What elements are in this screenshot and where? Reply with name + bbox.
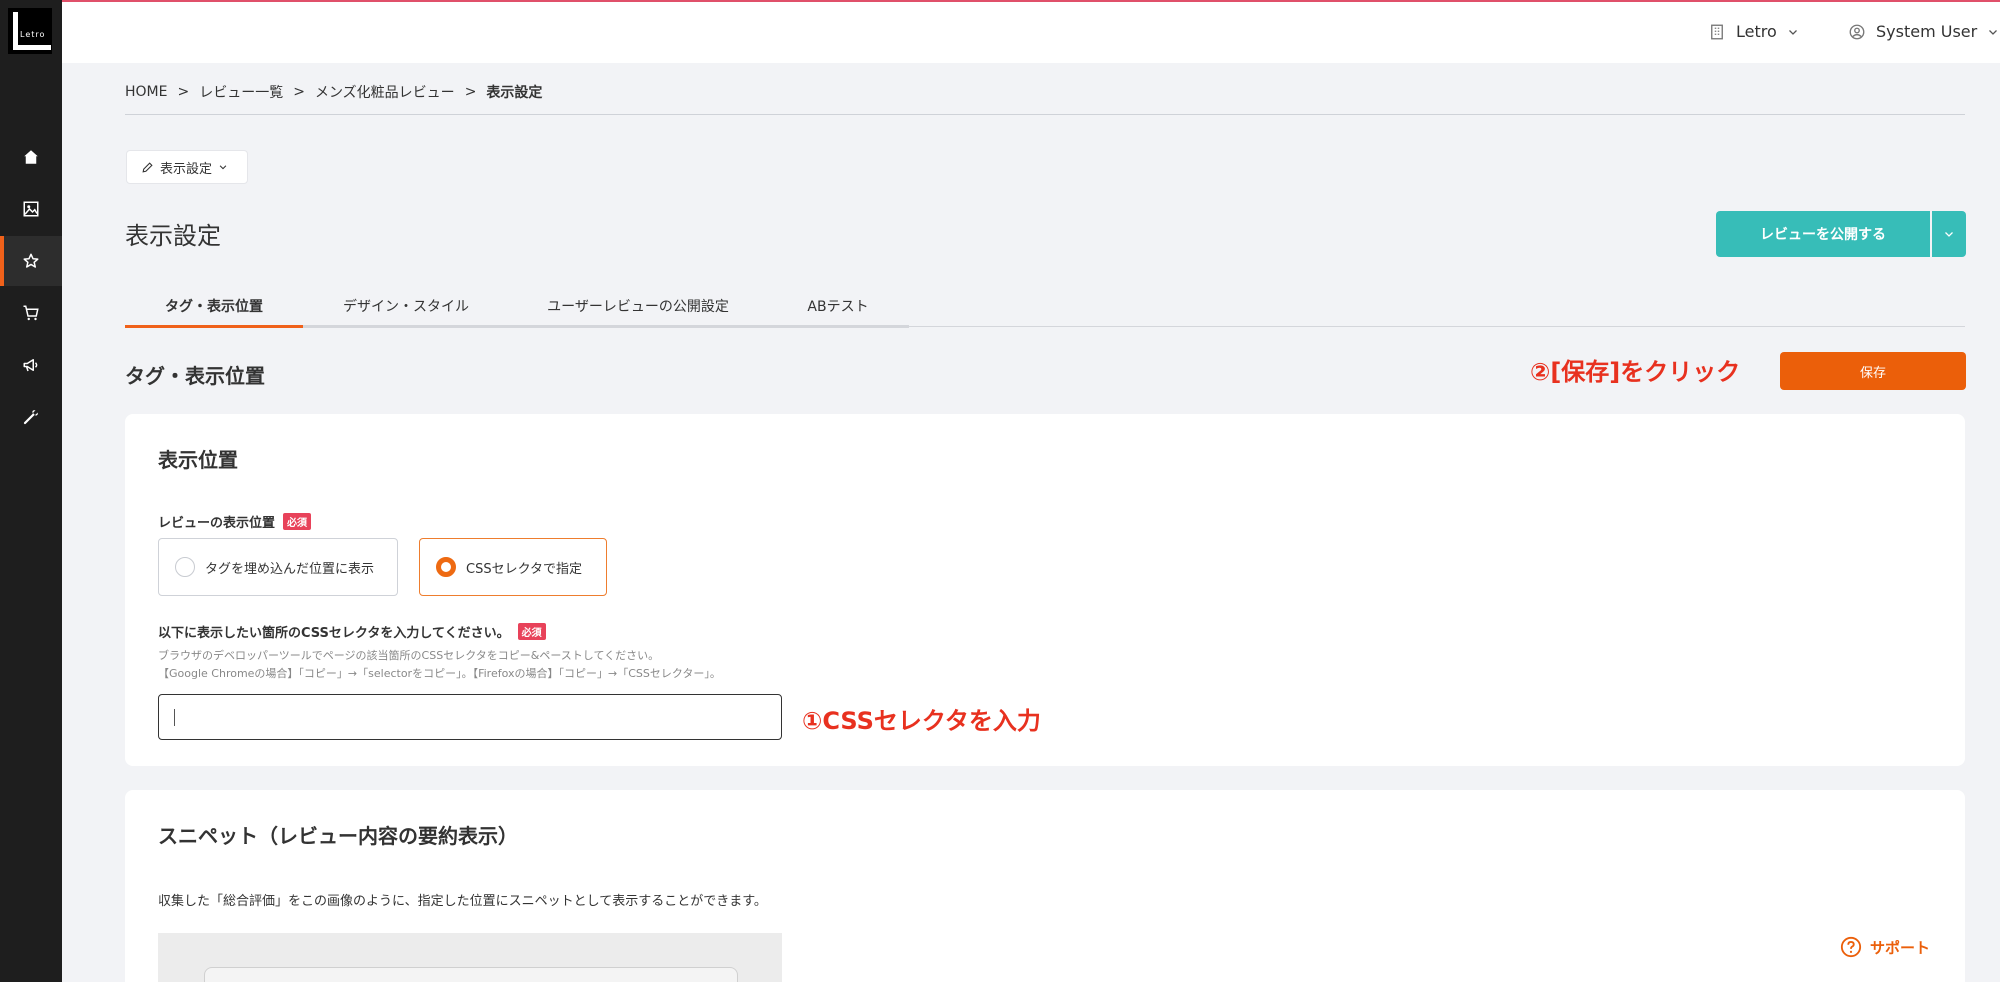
pencil-icon — [142, 161, 153, 173]
settings-tabs: タグ・表示位置 デザイン・スタイル ユーザーレビューの公開設定 ABテスト — [125, 290, 909, 328]
wrench-icon — [23, 410, 38, 425]
breadcrumb-review-list[interactable]: レビュー一覧 — [199, 82, 283, 102]
css-selector-input[interactable] — [158, 694, 782, 740]
chevron-down-icon — [219, 165, 227, 170]
breadcrumb-divider — [125, 114, 1965, 115]
help-circle-icon — [1840, 936, 1862, 958]
image-icon — [23, 201, 39, 217]
publish-review-button[interactable]: レビューを公開する — [1716, 211, 1930, 257]
section-title: タグ・表示位置 — [125, 364, 265, 388]
annotation-input: ①CSSセレクタを入力 — [802, 707, 1041, 735]
breadcrumb-current: 表示設定 — [486, 85, 543, 101]
radio-embed-tag-position[interactable]: タグを埋め込んだ位置に表示 — [158, 538, 398, 596]
radio-css-selector[interactable]: CSSセレクタで指定 — [419, 538, 607, 596]
logo-text: Letro — [20, 30, 46, 39]
settings-menu-label: 表示設定 — [160, 161, 213, 177]
publish-options-button[interactable] — [1932, 211, 1966, 257]
help-text-2: 【Google Chromeの場合】「コピー」→「selectorをコピー」。【… — [158, 667, 721, 680]
org-name: Letro — [1736, 22, 1777, 41]
support-button[interactable]: サポート — [1840, 936, 1930, 958]
snippet-description: 収集した「総合評価」をこの画像のように、指定した位置にスニペットとして表示するこ… — [158, 894, 767, 909]
org-switcher[interactable]: Letro — [1708, 22, 1799, 41]
help-text-1: ブラウザのデベロッパーツールでページの該当箇所のCSSセレクタをコピー&ペースト… — [158, 649, 660, 662]
snippet-title: スニペット（レビュー内容の要約表示） — [158, 824, 518, 848]
chevron-down-icon — [1788, 29, 1797, 35]
snippet-preview-frame — [204, 967, 738, 982]
settings-menu-dropdown[interactable]: 表示設定 — [126, 150, 248, 184]
radio-label: タグを埋め込んだ位置に表示 — [205, 561, 375, 577]
required-badge: 必須 — [517, 623, 546, 640]
radio-circle-selected[interactable] — [436, 557, 456, 577]
sidebar-item-campaign[interactable] — [0, 340, 62, 390]
snippet-preview-image — [158, 933, 782, 982]
letro-logo[interactable]: Letro — [8, 8, 52, 54]
page-title: 表示設定 — [125, 222, 221, 250]
breadcrumb: HOME > レビュー一覧 > メンズ化粧品レビュー > 表示設定 — [125, 82, 542, 102]
radio-circle[interactable] — [175, 557, 195, 577]
save-button[interactable]: 保存 — [1780, 352, 1966, 390]
tab-user-review-publish[interactable]: ユーザーレビューの公開設定 — [509, 290, 767, 328]
breadcrumb-review-name[interactable]: メンズ化粧品レビュー — [315, 82, 455, 102]
sidebar-item-home[interactable] — [0, 132, 62, 182]
display-position-title: 表示位置 — [158, 448, 238, 472]
sidebar-item-cart[interactable] — [0, 288, 62, 338]
snippet-card: スニペット（レビュー内容の要約表示） 収集した「総合評価」をこの画像のように、指… — [125, 790, 1965, 982]
user-name: System User — [1876, 22, 1978, 41]
cart-icon — [23, 305, 39, 321]
radio-label: CSSセレクタで指定 — [466, 561, 583, 577]
chevron-down-icon — [1945, 232, 1953, 237]
user-menu[interactable]: System User — [1848, 22, 1999, 41]
tab-design-style[interactable]: デザイン・スタイル — [303, 290, 509, 328]
breadcrumb-separator: > — [464, 84, 477, 100]
home-icon — [24, 150, 38, 164]
breadcrumb-separator: > — [293, 84, 305, 100]
tab-ab-test[interactable]: ABテスト — [767, 290, 909, 328]
required-badge: 必須 — [283, 513, 312, 530]
user-icon — [1849, 24, 1865, 39]
star-icon — [23, 253, 39, 268]
sidebar-item-media[interactable] — [0, 184, 62, 234]
top-header: Letro System User — [62, 2, 2000, 63]
breadcrumb-home[interactable]: HOME — [125, 84, 167, 100]
review-position-label: レビューの表示位置 必須 — [158, 512, 312, 531]
publish-button-group: レビューを公開する — [1716, 211, 1966, 257]
sidebar: Letro — [0, 0, 62, 982]
tab-tag-position[interactable]: タグ・表示位置 — [125, 290, 303, 328]
css-selector-label: 以下に表示したい箇所のCSSセレクタを入力してください。 必須 — [158, 622, 546, 641]
support-label: サポート — [1870, 938, 1931, 957]
megaphone-icon — [23, 359, 38, 372]
chevron-down-icon — [1989, 29, 1998, 35]
building-icon — [1711, 24, 1723, 39]
display-position-card: 表示位置 レビューの表示位置 必須 タグを埋め込んだ位置に表示 CSSセレクタで… — [125, 414, 1965, 766]
breadcrumb-separator: > — [177, 84, 190, 100]
sidebar-item-settings[interactable] — [0, 392, 62, 442]
text-cursor — [174, 709, 175, 726]
sidebar-item-reviews[interactable] — [0, 236, 62, 286]
annotation-save: ②[保存]をクリック — [1530, 358, 1741, 386]
